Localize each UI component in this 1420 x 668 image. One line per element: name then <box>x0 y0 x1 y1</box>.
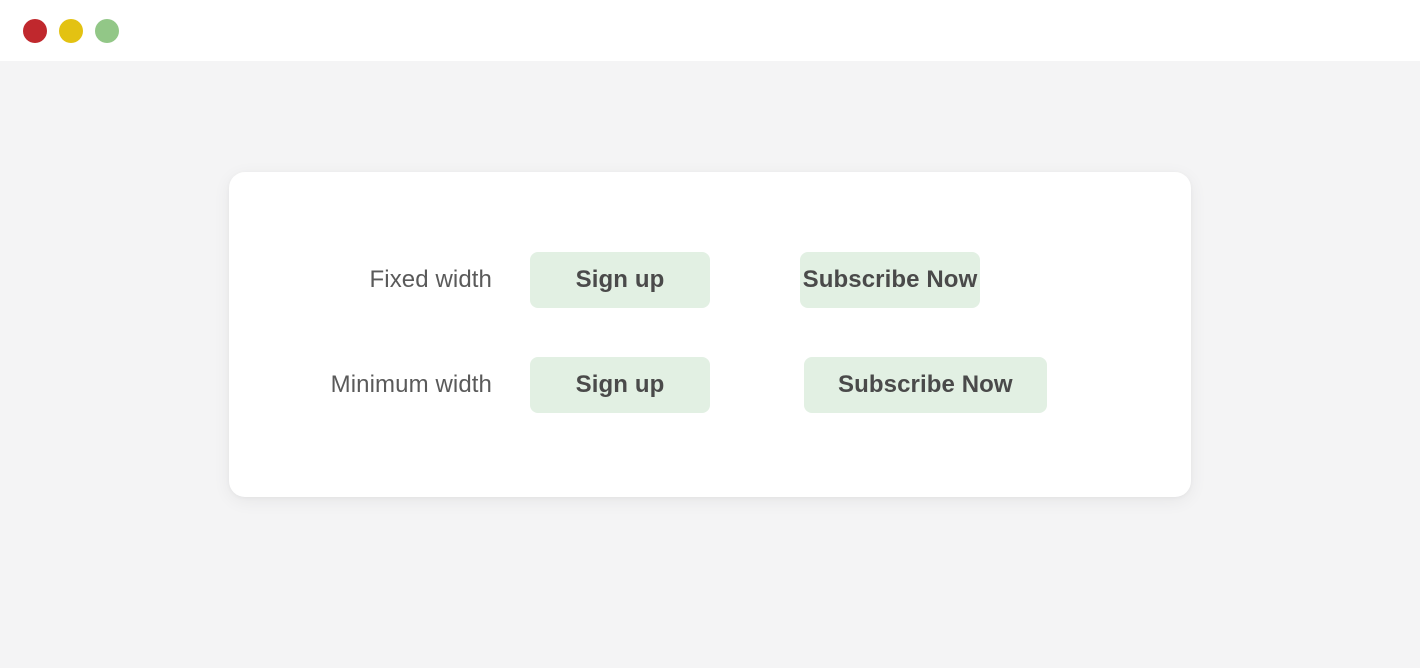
demo-card: Fixed width Sign up Subscribe Now Minimu… <box>229 172 1191 497</box>
signup-button-fixed-label: Sign up <box>575 266 665 293</box>
subscribe-button-minimum[interactable]: Subscribe Now <box>804 357 1047 413</box>
subscribe-button-fixed[interactable]: Subscribe Now <box>800 252 980 308</box>
subscribe-button-fixed-label: Subscribe Now <box>802 266 978 293</box>
signup-button-minimum[interactable]: Sign up <box>530 357 710 413</box>
close-button[interactable] <box>23 19 47 43</box>
subscribe-button-minimum-label: Subscribe Now <box>838 371 1013 398</box>
minimize-button[interactable] <box>59 19 83 43</box>
row-label-fixed-width: Fixed width <box>369 266 492 293</box>
demo-rows: Fixed width Sign up Subscribe Now Minimu… <box>229 172 1191 497</box>
zoom-button[interactable] <box>95 19 119 43</box>
signup-button-fixed[interactable]: Sign up <box>530 252 710 308</box>
row-fixed-width: Fixed width Sign up Subscribe Now <box>229 252 1191 308</box>
row-label-minimum-width: Minimum width <box>330 371 492 398</box>
traffic-light-controls <box>23 19 119 43</box>
signup-button-minimum-label: Sign up <box>575 371 665 398</box>
page-surface: Fixed width Sign up Subscribe Now Minimu… <box>0 61 1420 668</box>
window-titlebar <box>0 0 1420 61</box>
row-minimum-width: Minimum width Sign up Subscribe Now <box>229 357 1191 413</box>
